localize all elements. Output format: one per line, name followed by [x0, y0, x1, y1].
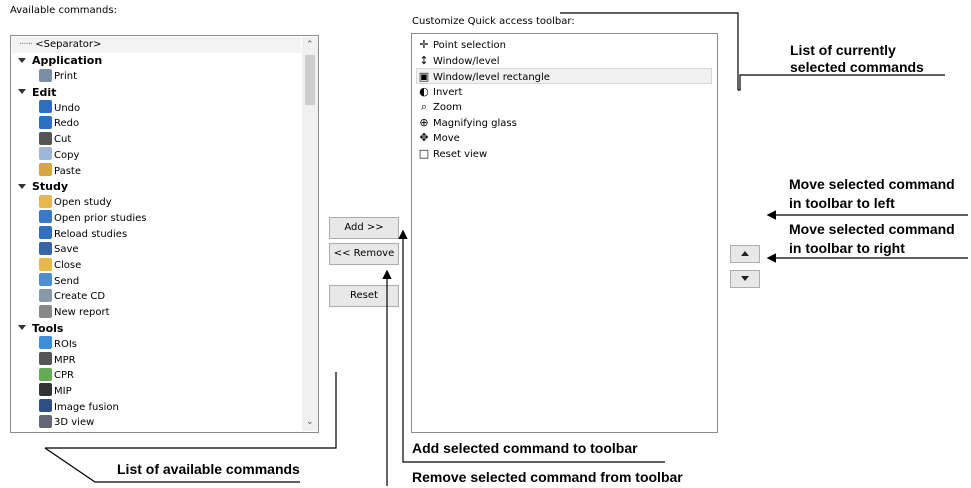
callout-current-list-2: selected commands [790, 59, 924, 75]
callout-move-left-1: Move selected command [789, 176, 955, 192]
callout-add: Add selected command to toolbar [412, 440, 638, 456]
callout-move-right-2: in toolbar to right [789, 240, 905, 256]
callout-current-list-1: List of currently [790, 42, 896, 58]
callout-move-left-2: in toolbar to left [789, 195, 895, 211]
callout-move-right-1: Move selected command [789, 221, 955, 237]
callout-available-list: List of available commands [117, 461, 300, 477]
callout-remove: Remove selected command from toolbar [412, 469, 683, 485]
